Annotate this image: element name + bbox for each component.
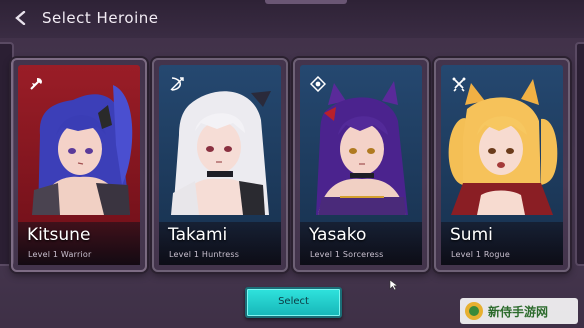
select-button[interactable]: Select <box>245 287 342 318</box>
heroine-card-kitsune[interactable]: Kitsune Level 1 Warrior <box>11 58 147 272</box>
heroine-level: Level 1 Huntress <box>169 250 240 259</box>
site-watermark: 新侍手游网 <box>460 298 578 324</box>
offscreen-card-right[interactable] <box>575 42 584 266</box>
watermark-logo-icon <box>465 302 483 320</box>
bow-icon <box>170 77 184 91</box>
nameplate: Kitsune Level 1 Warrior <box>18 222 140 265</box>
watermark-text: 新侍手游网 <box>488 305 549 319</box>
axe-icon <box>30 78 42 90</box>
heroine-level: Level 1 Rogue <box>451 250 511 259</box>
heroine-name: Takami <box>168 225 228 245</box>
top-tab-indicator <box>265 0 347 4</box>
pointer-cursor-icon <box>389 279 399 291</box>
magic-eye-icon <box>310 76 326 92</box>
nameplate: Takami Level 1 Huntress <box>159 222 281 265</box>
daggers-icon <box>452 77 466 92</box>
heroine-name: Kitsune <box>27 225 91 245</box>
heroine-name: Sumi <box>450 225 493 245</box>
heroine-level: Level 1 Sorceress <box>310 250 384 259</box>
chevron-left-icon[interactable] <box>14 11 28 25</box>
top-bar: Select Heroine <box>0 0 584 38</box>
heroine-level: Level 1 Warrior <box>28 250 92 259</box>
heroine-card-takami[interactable]: Takami Level 1 Huntress <box>152 58 288 272</box>
heroine-name: Yasako <box>309 225 367 245</box>
heroine-card-sumi[interactable]: Sumi Level 1 Rogue <box>434 58 570 272</box>
nameplate: Yasako Level 1 Sorceress <box>300 222 422 265</box>
page-title: Select Heroine <box>42 9 159 27</box>
heroine-card-yasako[interactable]: Yasako Level 1 Sorceress <box>293 58 429 272</box>
nameplate: Sumi Level 1 Rogue <box>441 222 563 265</box>
